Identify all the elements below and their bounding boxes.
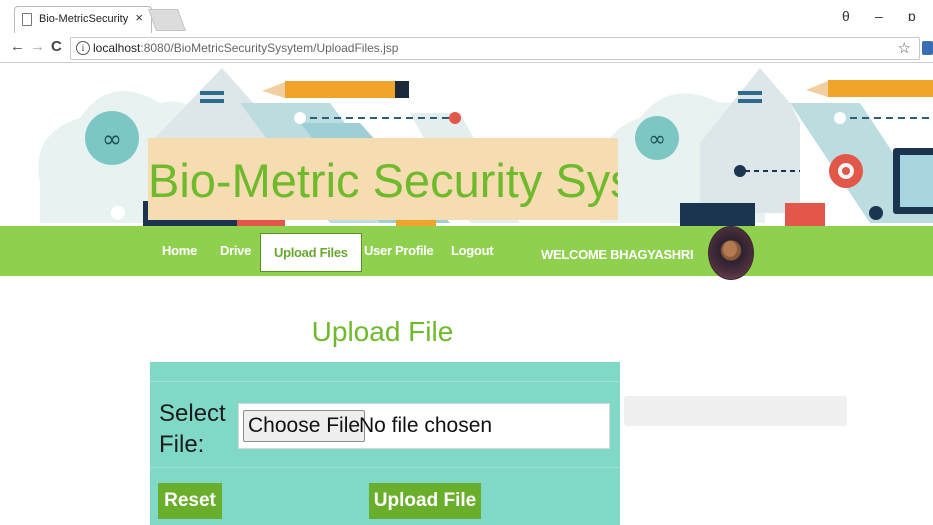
nav-home[interactable]: Home	[162, 243, 197, 258]
url-text: localhost:8080/BioMetricSecuritySysytem/…	[93, 41, 398, 55]
avatar-face	[723, 241, 737, 257]
close-tab-icon[interactable]: ×	[135, 10, 143, 25]
page-title: Upload File	[311, 316, 454, 347]
avatar[interactable]	[708, 226, 754, 280]
bookmark-star-icon[interactable]: ☆	[898, 39, 911, 57]
restore-icon[interactable]: ɒ	[908, 8, 916, 24]
svg-text:∞: ∞	[648, 127, 666, 151]
select-file-label: Select File:	[159, 400, 226, 458]
nav-user-profile[interactable]: User Profile	[364, 243, 434, 258]
choose-file-button[interactable]: Choose File	[243, 410, 366, 442]
gear-icon	[829, 154, 863, 188]
side-placeholder-box	[624, 396, 847, 426]
form-divider	[150, 381, 620, 382]
file-input[interactable]: Choose File No file chosen	[238, 403, 610, 449]
url-path: :8080/BioMetricSecuritySysytem/UploadFil…	[140, 41, 399, 55]
extension-icon[interactable]	[922, 41, 933, 55]
back-icon[interactable]: ←	[10, 38, 25, 55]
svg-text:∞: ∞	[102, 125, 122, 153]
site-title: Bio-Metric Security System	[148, 138, 618, 220]
account-icon[interactable]: θ	[842, 8, 850, 24]
url-host: localhost	[93, 41, 141, 55]
browser-tab-bar: Bio-MetricSecuritySystem × θ – ɒ	[0, 0, 933, 35]
url-input[interactable]: i localhost:8080/BioMetricSecuritySysyte…	[70, 37, 920, 60]
forward-icon[interactable]: →	[30, 38, 45, 55]
page-icon	[22, 13, 32, 26]
upload-form: Select File: Choose File No file chosen …	[150, 362, 620, 525]
main-nav: Home Drive Upload Files User Profile Log…	[0, 226, 933, 276]
info-icon[interactable]: i	[76, 41, 90, 55]
minimize-icon[interactable]: –	[875, 8, 883, 24]
upload-file-button[interactable]: Upload File	[369, 483, 481, 519]
no-file-chosen-text: No file chosen	[359, 414, 493, 437]
tab-title: Bio-MetricSecuritySystem	[39, 13, 129, 25]
new-tab-button[interactable]	[147, 9, 187, 31]
nav-logout[interactable]: Logout	[451, 243, 494, 258]
site-banner: ∞ ∞ Bio-Metric Security Sy	[0, 63, 933, 226]
nav-drive[interactable]: Drive	[220, 243, 251, 258]
reload-icon[interactable]: C	[51, 38, 62, 55]
pencil-icon	[262, 81, 409, 98]
nav-upload-files[interactable]: Upload Files	[260, 233, 362, 272]
welcome-text: WELCOME BHAGYASHRI	[541, 247, 694, 262]
browser-tab[interactable]: Bio-MetricSecuritySystem ×	[14, 6, 152, 33]
address-bar: ← → C i localhost:8080/BioMetricSecurity…	[0, 35, 933, 63]
form-divider	[150, 467, 620, 468]
pencil-icon-right	[806, 80, 933, 97]
reset-button[interactable]: Reset	[158, 483, 222, 519]
monitor-icon	[893, 148, 933, 214]
